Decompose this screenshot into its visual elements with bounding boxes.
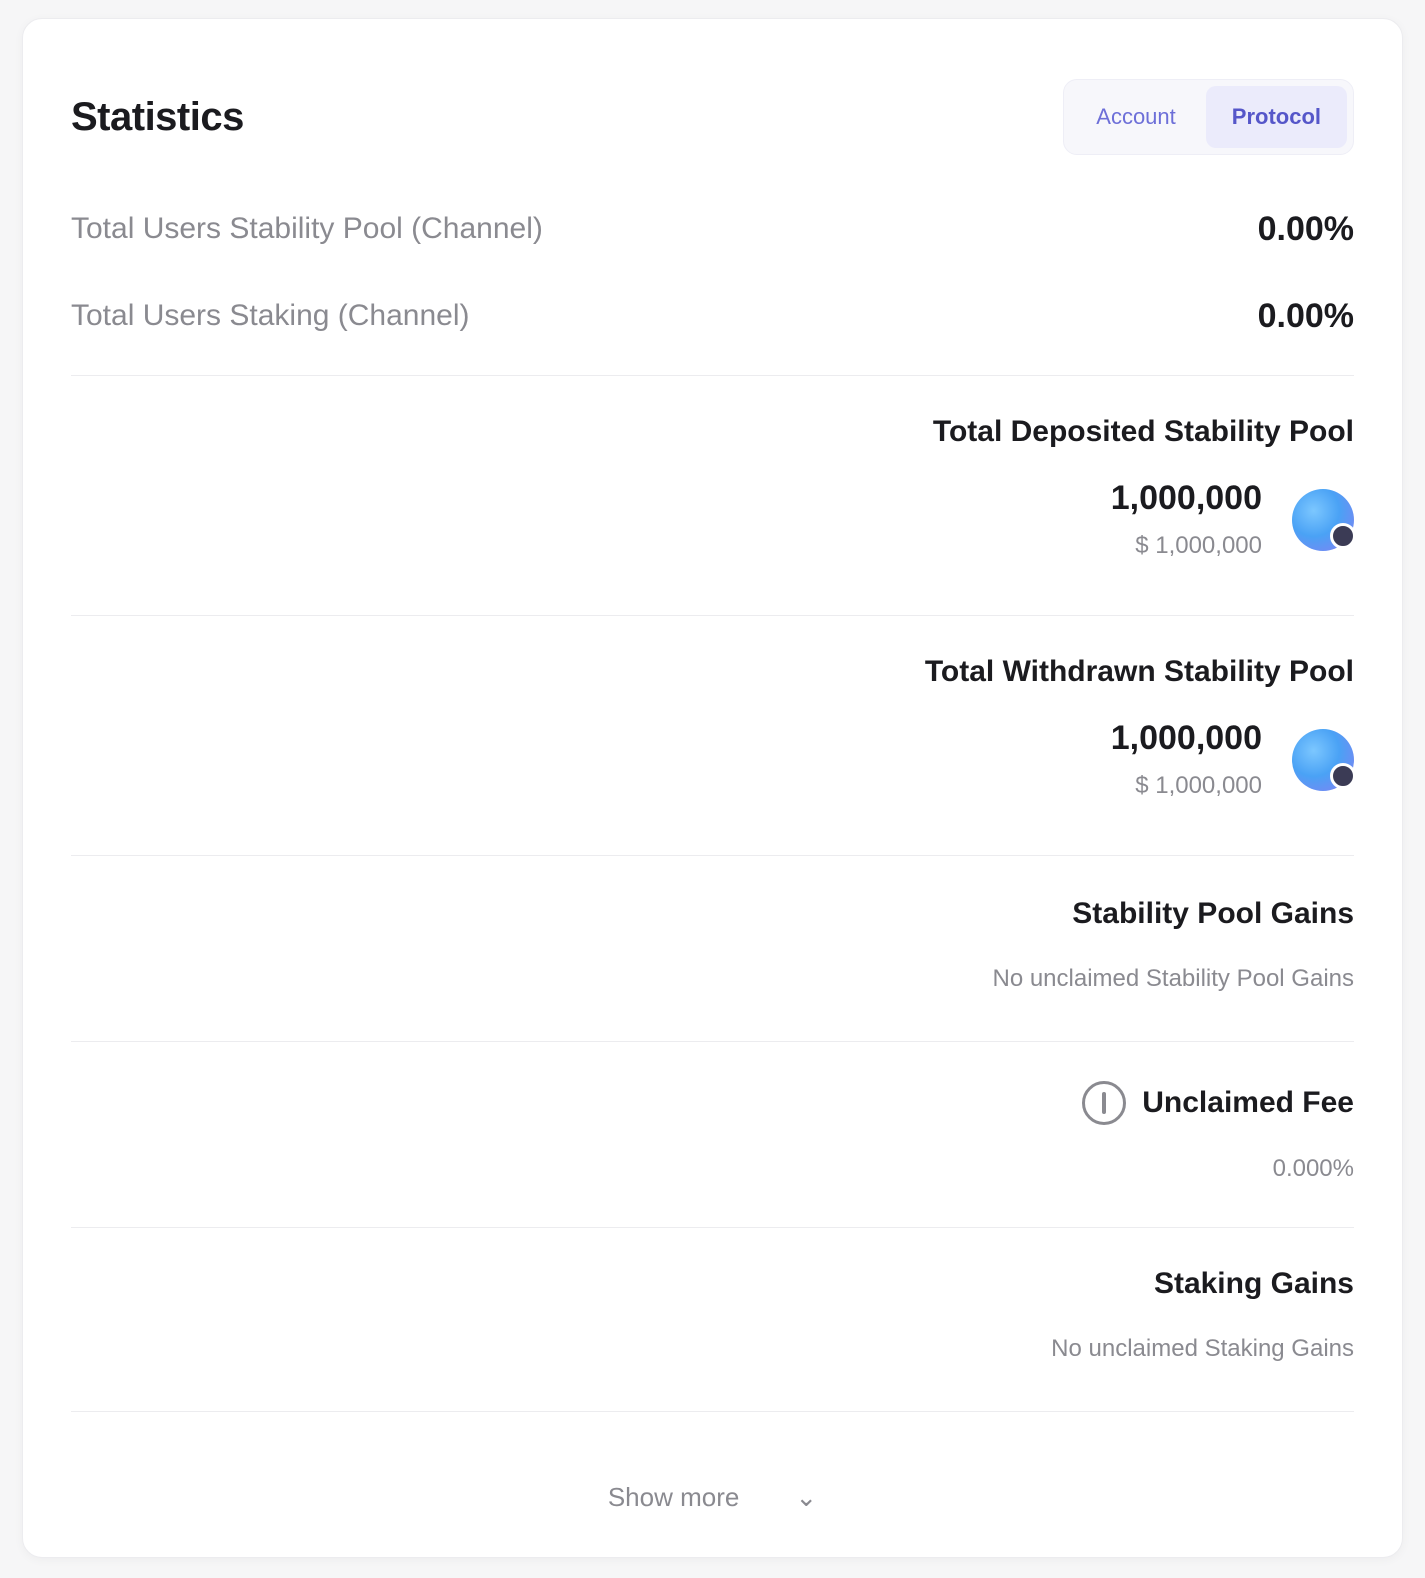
section-stability-pool-gains: Stability Pool Gains No unclaimed Stabil… xyxy=(71,897,1354,993)
token-icon xyxy=(1292,488,1356,551)
amount-value: 1,000,000 xyxy=(1110,479,1262,517)
divider xyxy=(71,1411,1354,1412)
statistics-card: Statistics Account Protocol Total Users … xyxy=(22,18,1403,1558)
view-toggle: Account Protocol xyxy=(1063,79,1354,155)
divider xyxy=(71,855,1354,856)
divider xyxy=(71,375,1354,376)
card-footer: Show more ⌄ xyxy=(23,1467,1402,1527)
section-heading: Unclaimed Fee xyxy=(1142,1086,1354,1119)
chevron-down-icon[interactable]: ⌄ xyxy=(795,1482,817,1513)
stat-row-staking: Total Users Staking (Channel) 0.00% xyxy=(71,286,1354,346)
amount-row: 1,000,000 $ 1,000,000 xyxy=(71,479,1356,560)
page-title: Statistics xyxy=(71,94,244,139)
section-heading: Total Withdrawn Stability Pool xyxy=(924,655,1354,688)
stat-label: Total Users Staking (Channel) xyxy=(71,299,470,332)
amount-usd: $ 1,000,000 xyxy=(1135,772,1262,799)
section-heading: Staking Gains xyxy=(1153,1267,1354,1300)
token-icon xyxy=(1292,728,1356,791)
stat-value: 0.00% xyxy=(1257,296,1354,335)
stat-row-stability-pool: Total Users Stability Pool (Channel) 0.0… xyxy=(71,199,1354,259)
toggle-account[interactable]: Account xyxy=(1070,86,1202,148)
amount-usd: $ 1,000,000 xyxy=(1135,532,1262,559)
show-more-link[interactable]: Show more xyxy=(608,1482,740,1513)
amount-row: 1,000,000 $ 1,000,000 xyxy=(71,719,1356,800)
toggle-protocol[interactable]: Protocol xyxy=(1205,86,1347,148)
section-heading: Stability Pool Gains xyxy=(1072,897,1354,930)
section-value: 0.000% xyxy=(1272,1155,1354,1182)
section-staking-gains: Staking Gains No unclaimed Staking Gains xyxy=(71,1267,1354,1363)
section-subtext: No unclaimed Staking Gains xyxy=(1051,1335,1354,1362)
section-unclaimed-fee: Unclaimed Fee 0.000% xyxy=(71,1081,1354,1183)
section-total-withdrawn: Total Withdrawn Stability Pool 1,000,000… xyxy=(71,655,1356,800)
divider xyxy=(71,1041,1354,1042)
divider xyxy=(71,615,1354,616)
stat-label: Total Users Stability Pool (Channel) xyxy=(71,212,543,245)
stat-value: 0.00% xyxy=(1257,209,1354,248)
section-heading: Total Deposited Stability Pool xyxy=(932,415,1354,448)
section-total-deposited: Total Deposited Stability Pool 1,000,000… xyxy=(71,415,1356,560)
section-subtext: No unclaimed Stability Pool Gains xyxy=(992,965,1354,992)
amount-value: 1,000,000 xyxy=(1110,719,1262,757)
info-icon xyxy=(1082,1081,1127,1125)
card-header: Statistics Account Protocol xyxy=(71,77,1354,157)
divider xyxy=(71,1227,1354,1228)
